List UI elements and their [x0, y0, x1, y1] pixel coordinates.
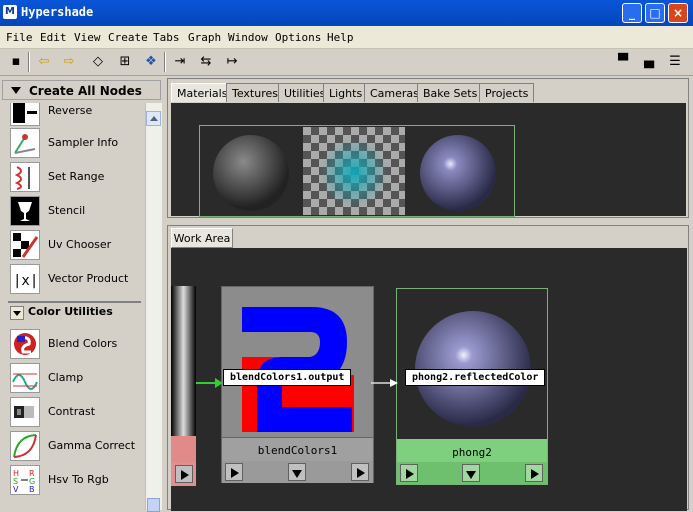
node-item-reverse[interactable]: Reverse: [10, 103, 142, 127]
input-output-connections-icon[interactable]: ⇆: [196, 52, 216, 72]
node-item-stencil[interactable]: Stencil: [10, 195, 142, 227]
create-nodes-header[interactable]: Create All Nodes: [2, 80, 161, 100]
tab-bake-sets[interactable]: Bake Sets: [417, 83, 484, 102]
phong-swatch[interactable]: [407, 127, 509, 215]
node-item-clamp[interactable]: Clamp: [10, 362, 142, 394]
phong2-expand-button[interactable]: [462, 464, 480, 482]
blend-colors-icon: [10, 329, 40, 359]
create-nodes-panel: Create All Nodes Reverse Sampler Info Se…: [0, 77, 163, 512]
close-button[interactable]: ×: [668, 3, 688, 23]
work-area-panel: Work Area blendColors1 phong2 blendColor…: [167, 225, 689, 511]
hsv-to-rgb-icon: HSVRGB: [10, 465, 40, 495]
clamp-icon: [10, 363, 40, 393]
window-title: Hypershade: [21, 5, 94, 19]
blendcolors1-expand-button[interactable]: [288, 463, 306, 481]
stencil-icon: [10, 196, 40, 226]
blendcolors1-label: blendColors1: [257, 444, 338, 457]
title-bar: M Hypershade _ □ ×: [0, 0, 693, 26]
node-list: Reverse Sampler Info Set Range Stencil U…: [2, 103, 143, 510]
color-utilities-section[interactable]: Color Utilities: [8, 301, 141, 321]
checker-swatch[interactable]: [303, 127, 405, 215]
svg-text:|x|: |x|: [13, 273, 38, 289]
menu-window[interactable]: Window: [228, 31, 268, 44]
rearrange-graph-icon[interactable]: ⊞: [115, 52, 135, 72]
tab-materials[interactable]: Materials: [171, 83, 234, 102]
tab-work-area[interactable]: Work Area: [171, 228, 233, 248]
svg-text:B: B: [29, 485, 35, 494]
show-bottom-tabs-icon[interactable]: ▄: [639, 52, 659, 72]
show-top-bottom-tabs-icon[interactable]: ☰: [665, 52, 685, 72]
gamma-correct-icon: [10, 431, 40, 461]
eraser-icon[interactable]: ◇: [88, 52, 108, 72]
connection-label-output: blendColors1.output: [223, 369, 352, 386]
phong2-preview: [415, 311, 531, 427]
phong2-node[interactable]: phong2: [396, 288, 548, 485]
node-item-hsv-to-rgb[interactable]: HSVRGB Hsv To Rgb: [10, 464, 142, 496]
blend-colors-preview: [242, 307, 354, 432]
maximize-button[interactable]: □: [645, 3, 665, 23]
node-item-vector-product[interactable]: |x| Vector Product: [10, 263, 142, 295]
lambert-swatch[interactable]: [200, 127, 302, 215]
svg-text:V: V: [13, 485, 19, 494]
materials-swatch-area: [171, 103, 686, 217]
uv-chooser-icon: [10, 230, 40, 260]
contrast-icon: [10, 397, 40, 427]
tab-textures[interactable]: Textures: [226, 83, 284, 102]
ramp-expand-button[interactable]: [175, 465, 193, 483]
menu-tabs[interactable]: Tabs: [153, 31, 180, 44]
back-arrow-icon[interactable]: ⇦: [34, 52, 54, 72]
menu-help[interactable]: Help: [327, 31, 354, 44]
blendcolors1-input-button[interactable]: [225, 463, 243, 481]
menu-file[interactable]: File: [6, 31, 33, 44]
set-range-icon: [10, 162, 40, 192]
node-item-contrast[interactable]: Contrast: [10, 396, 142, 428]
tab-lights[interactable]: Lights: [323, 83, 369, 102]
phong2-label: phong2: [452, 446, 492, 459]
output-connections-icon[interactable]: ↦: [222, 52, 242, 72]
menu-create[interactable]: Create: [108, 31, 148, 44]
menu-options[interactable]: Options: [275, 31, 321, 44]
menu-edit[interactable]: Edit: [40, 31, 67, 44]
work-area-canvas[interactable]: blendColors1 phong2 blendColors1.output …: [171, 248, 687, 511]
node-item-set-range[interactable]: Set Range: [10, 161, 142, 193]
tab-cameras[interactable]: Cameras: [364, 83, 425, 102]
menu-graph[interactable]: Graph: [188, 31, 221, 44]
node-list-scrollbar[interactable]: [145, 103, 162, 512]
menu-view[interactable]: View: [74, 31, 101, 44]
node-item-blend-colors[interactable]: Blend Colors: [10, 328, 142, 360]
collapse-arrow-icon: [10, 306, 24, 320]
app-icon: M: [3, 5, 17, 19]
material-tabs-panel: Materials Textures Utilities Lights Came…: [167, 78, 689, 218]
reverse-icon: [10, 103, 40, 126]
forward-arrow-icon[interactable]: ⇨: [59, 52, 79, 72]
blendcolors1-output-button[interactable]: [351, 463, 369, 481]
node-item-gamma-correct[interactable]: Gamma Correct: [10, 430, 142, 462]
scroll-up-icon[interactable]: [146, 111, 161, 126]
show-top-tabs-icon[interactable]: ▀: [613, 52, 633, 72]
collapse-arrow-icon: [11, 87, 21, 94]
minimize-button[interactable]: _: [622, 3, 642, 23]
connection-label-input: phong2.reflectedColor: [405, 369, 546, 386]
vector-product-icon: |x|: [10, 264, 40, 294]
node-item-sampler-info[interactable]: Sampler Info: [10, 127, 142, 159]
input-connections-icon[interactable]: ⇥: [170, 52, 190, 72]
menu-bar: File Edit View Create Tabs Graph Window …: [0, 26, 693, 49]
node-item-uv-chooser[interactable]: Uv Chooser: [10, 229, 142, 261]
tab-projects[interactable]: Projects: [479, 83, 535, 102]
ramp-node[interactable]: [171, 286, 196, 486]
phong2-output-button[interactable]: [525, 464, 543, 482]
graph-icon[interactable]: ▪: [6, 52, 26, 72]
network-icon[interactable]: ❖: [141, 52, 161, 72]
sampler-info-icon: [10, 128, 40, 158]
toolbar: ▪ ⇦ ⇨ ◇ ⊞ ❖ ⇥ ⇆ ↦ ▀ ▄ ☰: [0, 49, 693, 76]
phong2-input-button[interactable]: [400, 464, 418, 482]
